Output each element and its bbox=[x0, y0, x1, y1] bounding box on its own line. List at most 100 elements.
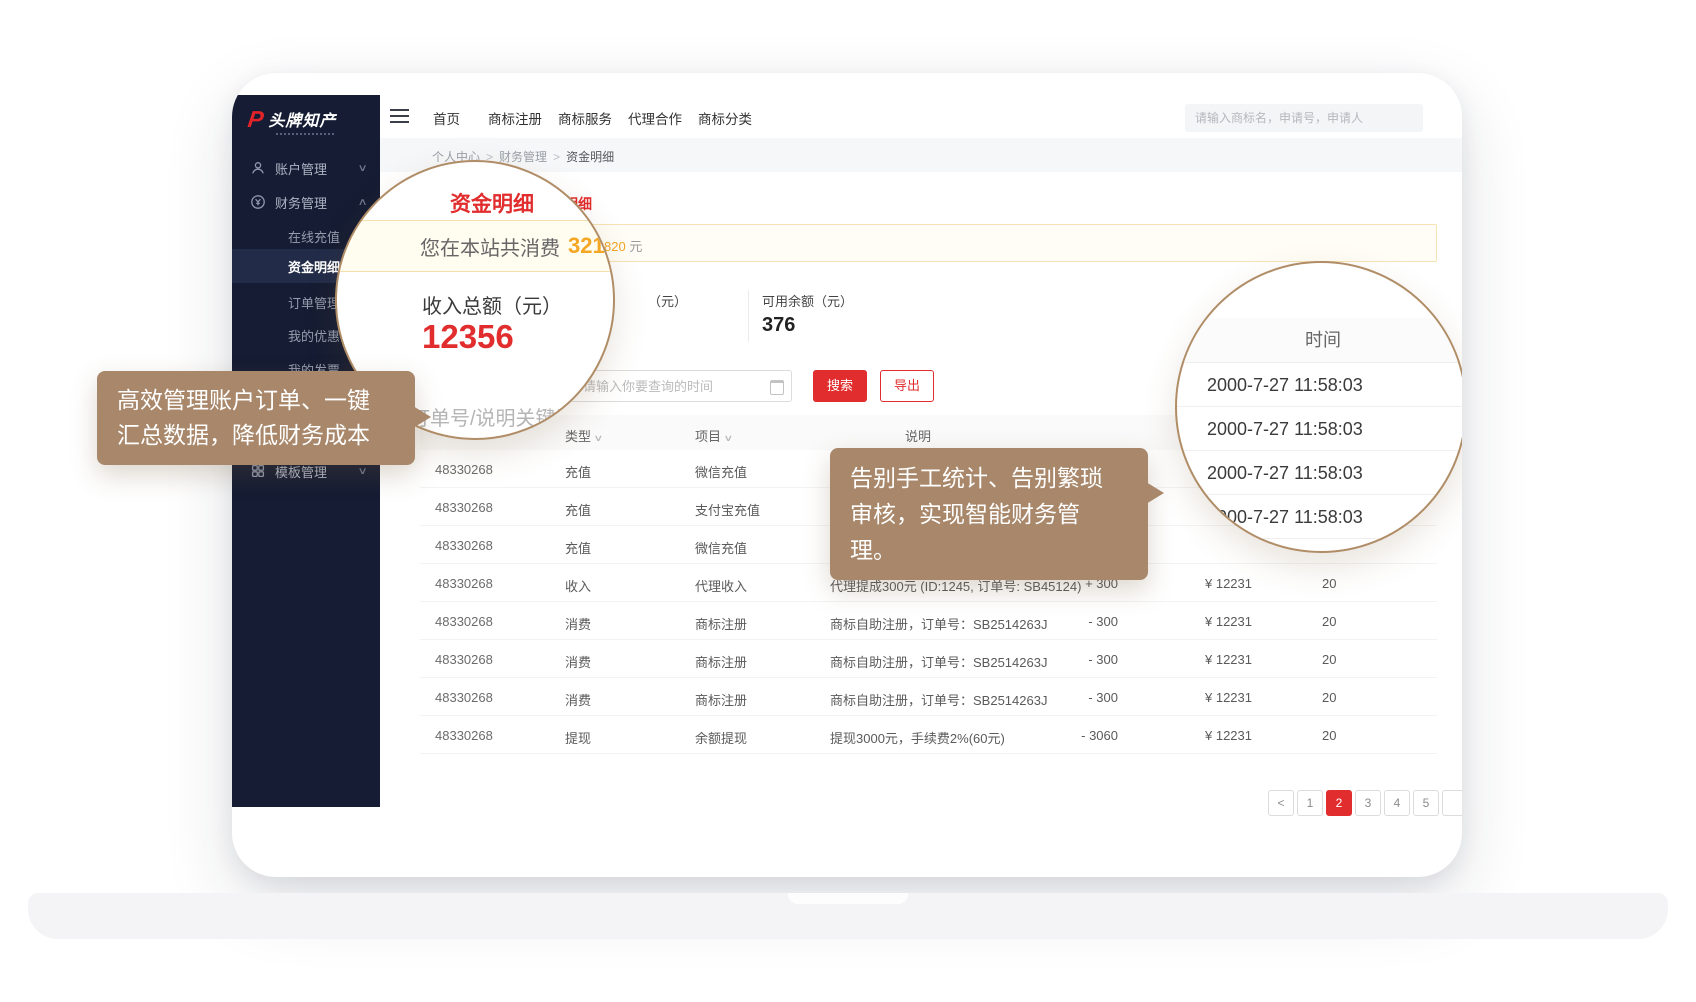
sidebar-item-label: 在线充值 bbox=[288, 227, 340, 246]
nav-item-2[interactable]: 商标服务 bbox=[558, 108, 612, 128]
cell-order-number: 48330268 bbox=[435, 614, 493, 629]
search-button[interactable]: 搜索 bbox=[813, 370, 867, 402]
chevron-down-icon: ∨ bbox=[357, 466, 367, 477]
brand-subtitle bbox=[276, 133, 334, 135]
sidebar-item-label: 订单管理 bbox=[288, 293, 340, 312]
cell-amount: - 300 bbox=[1038, 690, 1118, 705]
time-query-input[interactable] bbox=[570, 370, 792, 402]
table-row[interactable]: 48330268消费商标注册商标自助注册，订单号：SB2514263J- 300… bbox=[420, 640, 1437, 678]
balance-value: 376 bbox=[762, 314, 795, 337]
callout-left-line: 汇总数据，降低财务成本 bbox=[117, 418, 395, 453]
table-row[interactable]: 48330268提现余额提现提现3000元，手续费2%(60元)- 3060¥ … bbox=[420, 716, 1437, 754]
cell-type: 消费 bbox=[565, 690, 591, 709]
magnified-time-row: 2000-7-27 11:58:03 bbox=[1177, 363, 1467, 407]
chevron-down-icon: ∨ bbox=[593, 433, 603, 444]
magnified-tab-label: 资金明细 bbox=[450, 188, 534, 218]
brand-logo[interactable]: P 头牌知产 bbox=[248, 104, 336, 134]
cell-project: 代理收入 bbox=[695, 576, 747, 595]
cell-type: 充值 bbox=[565, 462, 591, 481]
magnifier-lens-right: 时间 2000-7-27 11:58:032000-7-27 11:58:032… bbox=[1175, 261, 1467, 553]
magnified-banner-amount: 32124 bbox=[568, 233, 615, 259]
pagination-page-3[interactable]: 3 bbox=[1355, 790, 1381, 816]
magnified-banner: 您在本站共消费 32124 bbox=[335, 220, 615, 272]
nav-item-3[interactable]: 代理合作 bbox=[628, 108, 682, 128]
search-input[interactable] bbox=[1185, 104, 1423, 132]
cell-project: 支付宝充值 bbox=[695, 500, 760, 519]
magnified-income-value: 12356 bbox=[422, 318, 514, 356]
nav-item-1[interactable]: 商标注册 bbox=[488, 108, 542, 128]
cell-project: 微信充值 bbox=[695, 462, 747, 481]
magnified-time-row: 2000-7-27 11:58:03 bbox=[1177, 451, 1467, 495]
sidebar-item-label: 资金明细 bbox=[288, 257, 340, 276]
laptop-base-notch bbox=[788, 893, 908, 904]
magnified-time-row: 2000-7-27 11:58:03 bbox=[1177, 407, 1467, 451]
cell-time: 2000-7-27 11:58:03 bbox=[1322, 690, 1336, 705]
cell-balance: ¥ 12231 bbox=[1205, 576, 1252, 591]
breadcrumb-segment-2: 资金明细 bbox=[566, 150, 614, 164]
table-row[interactable]: 48330268 消费 商标注册 商标自助注册，订单号：SB2514263J- 300… bbox=[420, 678, 1437, 716]
cell-type: 充值 bbox=[565, 500, 591, 519]
cell-project: 商标注册 bbox=[695, 690, 747, 709]
cell-project: 商标注册 bbox=[695, 614, 747, 633]
callout-left-line: 高效管理账户订单、一键 bbox=[117, 383, 395, 418]
pagination-page-4[interactable]: 4 bbox=[1384, 790, 1410, 816]
menu-icon[interactable] bbox=[390, 109, 409, 123]
col-header-project[interactable]: 项目∨ bbox=[695, 426, 732, 445]
table-row[interactable]: 48330268消费商标注册商标自助注册，订单号：SB2514263J- 300… bbox=[420, 602, 1437, 640]
template-icon bbox=[250, 463, 266, 479]
cell-type: 消费 bbox=[565, 652, 591, 671]
cell-time: 2000-7-27 11:58:03 bbox=[1322, 728, 1336, 743]
export-button[interactable]: 导出 bbox=[880, 370, 934, 402]
callout-right-line: 理。 bbox=[850, 532, 1128, 568]
cell-time: 2000-7-27 11:58:03 bbox=[1322, 652, 1336, 667]
callout-right-arrow-icon bbox=[1146, 482, 1164, 504]
cell-balance: ¥ 12231 bbox=[1205, 690, 1252, 705]
cell-balance: ¥ 12231 bbox=[1205, 614, 1252, 629]
callout-right-line: 审核，实现智能财务管 bbox=[850, 496, 1128, 532]
cell-description: 提现3000元，手续费2%(60元) bbox=[830, 728, 1005, 747]
col-header-desc: 说明 bbox=[905, 426, 931, 445]
brand-name: 头牌知产 bbox=[268, 107, 336, 131]
sidebar-item-0[interactable]: 账户管理∨ bbox=[232, 153, 380, 183]
stage: P 头牌知产 账户管理∨财务管理∧在线充值资金明细订单管理我的优惠券我的发票模板… bbox=[0, 0, 1696, 1002]
pagination-page-2[interactable]: 2 bbox=[1326, 790, 1352, 816]
pagination-next-partial[interactable] bbox=[1442, 790, 1468, 816]
cell-type: 充值 bbox=[565, 538, 591, 557]
sidebar-item-label: 财务管理 bbox=[275, 193, 327, 212]
pagination-prev-button[interactable]: < bbox=[1268, 790, 1294, 816]
chevron-up-icon: ∧ bbox=[357, 197, 367, 208]
cell-type: 消费 bbox=[565, 614, 591, 633]
magnified-order-column-header: 订单号/说明关键词 bbox=[410, 402, 576, 431]
cell-order-number: 48330268 bbox=[435, 652, 493, 667]
cell-order-number: 48330268 bbox=[435, 728, 493, 743]
chevron-down-icon: ∨ bbox=[723, 433, 733, 444]
user-icon bbox=[250, 160, 266, 176]
cell-description: 商标自助注册，订单号：SB2514263J bbox=[830, 614, 1047, 633]
nav-item-0[interactable]: 首页 bbox=[433, 108, 460, 128]
magnified-income-label: 收入总额（元） bbox=[422, 290, 562, 319]
magnified-time-header: 时间 bbox=[1177, 318, 1467, 363]
pagination-page-1[interactable]: 1 bbox=[1297, 790, 1323, 816]
cell-time: 2000-7-27 11:58:03 bbox=[1322, 614, 1336, 629]
cell-description: 商标自助注册，订单号：SB2514263J bbox=[830, 690, 1047, 709]
cell-order-number: 48330268 bbox=[435, 690, 493, 705]
callout-right-line: 告别手工统计、告别繁琐 bbox=[850, 460, 1128, 496]
banner-unit: 元 bbox=[629, 239, 642, 254]
sidebar-item-label: 账户管理 bbox=[275, 159, 327, 178]
nav-item-4[interactable]: 商标分类 bbox=[698, 108, 752, 128]
pagination-page-5[interactable]: 5 bbox=[1413, 790, 1439, 816]
cell-time: 2000-7-27 11:58:03 bbox=[1322, 576, 1336, 591]
finance-icon bbox=[250, 194, 266, 210]
callout-right: 告别手工统计、告别繁琐审核，实现智能财务管理。 bbox=[830, 448, 1148, 580]
calendar-icon[interactable] bbox=[770, 380, 784, 395]
sidebar-item-1[interactable]: 财务管理 ∧ bbox=[232, 187, 380, 217]
cell-project: 微信充值 bbox=[695, 538, 747, 557]
cell-order-number: 48330268 bbox=[435, 538, 493, 553]
stat-middle-label-fragment: （元） bbox=[648, 291, 687, 310]
breadcrumb-separator: > bbox=[553, 150, 560, 164]
callout-left: 高效管理账户订单、一键汇总数据，降低财务成本 bbox=[97, 371, 415, 465]
cell-order-number: 48330268 bbox=[435, 462, 493, 477]
breadcrumb-segment-1[interactable]: 财务管理 bbox=[499, 150, 547, 164]
cell-project: 商标注册 bbox=[695, 652, 747, 671]
cell-type: 收入 bbox=[565, 576, 591, 595]
